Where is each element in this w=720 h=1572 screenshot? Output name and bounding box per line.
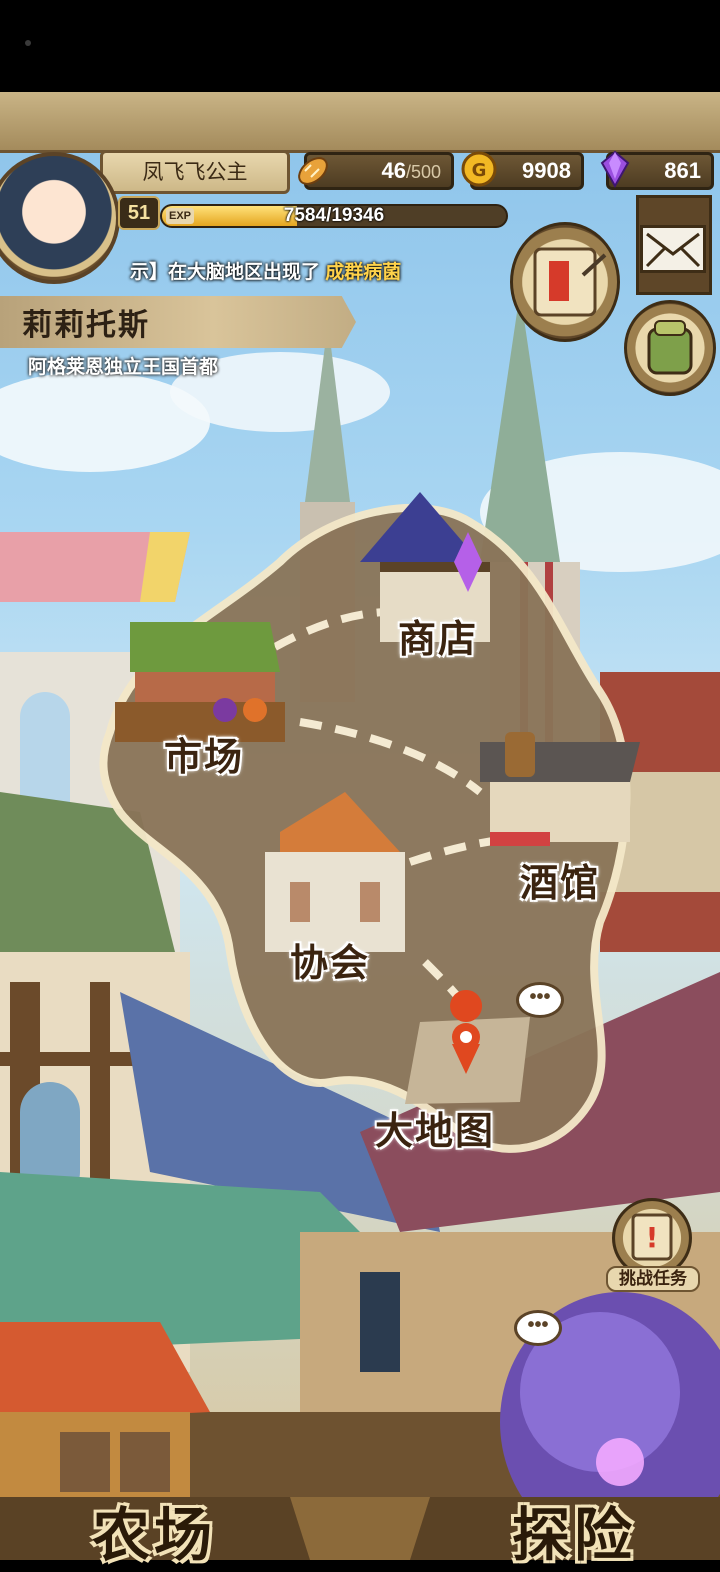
bread-resource[interactable]: 46/500	[298, 152, 454, 190]
notice-ticker[interactable]: 示】在大脑地区出现了 成群病菌	[130, 256, 490, 290]
quest-scroll-button[interactable]	[510, 222, 620, 342]
farm-button[interactable]: 农场	[92, 1488, 216, 1572]
market-label: 市场	[164, 737, 245, 779]
top-hud-bar	[0, 92, 720, 153]
status-bar	[0, 0, 720, 92]
bread-max: /500	[405, 162, 441, 182]
level-badge: 51	[118, 196, 160, 230]
mail-button[interactable]	[640, 225, 706, 273]
market-button[interactable]: 市场	[164, 726, 244, 781]
guild-label: 协会	[290, 943, 371, 985]
bread-value: 46	[381, 158, 406, 183]
exp-value: 7584/19346	[283, 205, 385, 226]
scroll-icon	[533, 247, 607, 317]
svg-text:!: !	[646, 1221, 659, 1254]
gem-value: 861	[664, 158, 701, 183]
gold-coin-icon: G	[461, 151, 497, 187]
explore-button[interactable]: 探险	[512, 1488, 636, 1572]
backpack-icon	[647, 320, 693, 375]
gem-resource[interactable]: 861	[600, 150, 714, 190]
shop-button[interactable]: 商店	[398, 608, 478, 663]
tavern-label: 酒馆	[520, 863, 601, 905]
svg-text:G: G	[472, 160, 487, 181]
guild-button[interactable]: 协会	[290, 932, 370, 987]
gold-value: 9908	[522, 158, 571, 183]
task-board-icon: !	[631, 1213, 673, 1261]
world-map-button[interactable]: 大地图	[375, 1100, 495, 1155]
tavern-button[interactable]: 酒馆	[520, 852, 600, 907]
farm-label: 农场	[92, 1503, 217, 1568]
envelope-icon	[645, 232, 701, 268]
exp-bar: EXP 7584/19346	[160, 204, 508, 228]
bread-icon	[298, 157, 328, 185]
notice-highlight: 成群病菌	[325, 262, 402, 283]
gold-resource[interactable]: G 9908	[461, 151, 584, 190]
player-title[interactable]: 凤飞飞公主	[100, 150, 290, 194]
challenge-task-label[interactable]: 挑战任务	[606, 1266, 700, 1292]
chat-bubble-icon-2[interactable]: •••	[514, 1310, 562, 1346]
location-subtitle: 阿格莱恩独立王国首都	[28, 357, 219, 378]
status-dot	[25, 40, 31, 46]
purple-gem-icon	[600, 150, 630, 189]
notice-text: 示】在大脑地区出现了	[130, 262, 321, 283]
chat-bubble-icon[interactable]: •••	[516, 982, 564, 1018]
shop-label: 商店	[398, 619, 479, 661]
explore-label: 探险	[512, 1503, 637, 1568]
backpack-button[interactable]	[624, 300, 716, 396]
location-name: 莉莉托斯	[22, 309, 150, 342]
world-map-label: 大地图	[375, 1111, 496, 1153]
